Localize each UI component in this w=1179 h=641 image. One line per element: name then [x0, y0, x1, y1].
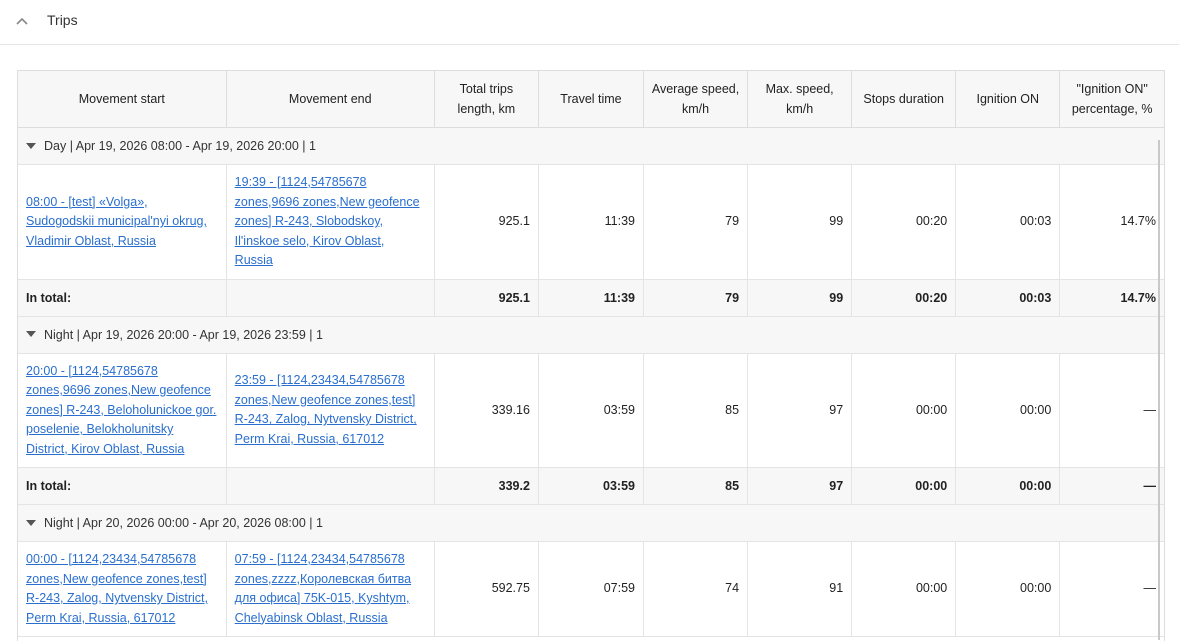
total-max-speed: 99 — [747, 279, 853, 317]
cell-ignition-pct: — — [1059, 541, 1164, 637]
cell-avg-speed: 79 — [643, 164, 749, 280]
total-travel-time: 11:39 — [538, 279, 645, 317]
cell-ignition-pct: 14.7% — [1059, 164, 1164, 280]
total-length: 925.1 — [434, 279, 539, 317]
cell-length: 592.75 — [434, 541, 539, 637]
col-ignition-pct[interactable]: "Ignition ON" percentage, % — [1059, 71, 1164, 128]
trips-table-container: Movement start Movement end Total trips … — [17, 70, 1165, 641]
col-stops-duration[interactable]: Stops duration — [851, 71, 957, 128]
total-row: In total: 925.1 11:39 79 99 00:20 00:03 … — [18, 279, 1164, 317]
movement-end-link[interactable]: 23:59 - [1124,23434,54785678 zones,New g… — [235, 373, 417, 446]
col-max-speed[interactable]: Max. speed, km/h — [747, 71, 853, 128]
total-length: 339.2 — [434, 467, 539, 505]
table-header-row: Movement start Movement end Total trips … — [18, 71, 1164, 128]
cell-avg-speed: 85 — [643, 353, 749, 468]
total-travel-time: 03:59 — [538, 467, 645, 505]
total-avg-speed: 79 — [643, 279, 749, 317]
cell-length: 925.1 — [434, 164, 539, 280]
total-row: In total: 339.2 03:59 85 97 00:00 00:00 … — [18, 467, 1164, 505]
total-max-speed: 97 — [747, 467, 853, 505]
group-row[interactable]: Night | Apr 20, 2026 00:00 - Apr 20, 202… — [18, 504, 1164, 542]
total-ignition: 00:00 — [955, 467, 1061, 505]
total-label: In total: — [18, 279, 227, 317]
cell-ignition-pct: — — [1059, 353, 1164, 468]
total-ignition: 00:03 — [955, 279, 1061, 317]
total-avg-speed: 85 — [643, 467, 749, 505]
cell-max-speed: 97 — [747, 353, 853, 468]
total-stops: 00:00 — [851, 467, 957, 505]
total-label: In total: — [18, 467, 227, 505]
col-travel-time[interactable]: Travel time — [538, 71, 645, 128]
chevron-up-icon[interactable] — [14, 13, 30, 29]
table-row: 00:00 - [1124,23434,54785678 zones,New g… — [18, 541, 1164, 637]
movement-start-link[interactable]: 20:00 - [1124,54785678 zones,9696 zones,… — [26, 364, 216, 456]
caret-down-icon[interactable] — [26, 331, 36, 338]
col-ignition-on[interactable]: Ignition ON — [955, 71, 1061, 128]
group-label: Night | Apr 19, 2026 20:00 - Apr 19, 202… — [44, 327, 323, 342]
cell-avg-speed: 74 — [643, 541, 749, 637]
movement-start-link[interactable]: 00:00 - [1124,23434,54785678 zones,New g… — [26, 552, 208, 625]
cell-max-speed: 99 — [747, 164, 853, 280]
cell-ignition: 00:03 — [955, 164, 1061, 280]
total-stops: 00:20 — [851, 279, 957, 317]
group-row[interactable]: Day | Apr 19, 2026 08:00 - Apr 19, 2026 … — [18, 127, 1164, 165]
trips-table: Movement start Movement end Total trips … — [18, 71, 1164, 637]
cell-ignition: 00:00 — [955, 541, 1061, 637]
col-avg-speed[interactable]: Average speed, km/h — [643, 71, 749, 128]
cell-length: 339.16 — [434, 353, 539, 468]
section-title: Trips — [47, 12, 78, 28]
col-movement-end[interactable]: Movement end — [226, 71, 435, 128]
cell-stops: 00:00 — [851, 541, 957, 637]
table-scrollbar[interactable] — [1158, 140, 1160, 640]
col-movement-start[interactable]: Movement start — [18, 71, 227, 128]
cell-travel-time: 03:59 — [538, 353, 645, 468]
cell-ignition: 00:00 — [955, 353, 1061, 468]
caret-down-icon[interactable] — [26, 519, 36, 526]
group-label: Day | Apr 19, 2026 08:00 - Apr 19, 2026 … — [44, 139, 316, 153]
cell-travel-time: 07:59 — [538, 541, 645, 637]
cell-max-speed: 91 — [747, 541, 853, 637]
cell-stops: 00:00 — [851, 353, 957, 468]
movement-end-link[interactable]: 19:39 - [1124,54785678 zones,9696 zones,… — [235, 175, 420, 267]
movement-end-link[interactable]: 07:59 - [1124,23434,54785678 zones,zzzz,… — [235, 552, 411, 625]
group-label: Night | Apr 20, 2026 00:00 - Apr 20, 202… — [44, 516, 323, 530]
col-total-length[interactable]: Total trips length, km — [434, 71, 539, 128]
group-row[interactable]: Night | Apr 19, 2026 20:00 - Apr 19, 202… — [18, 316, 1164, 354]
total-ignition-pct: 14.7% — [1059, 279, 1164, 317]
cell-travel-time: 11:39 — [538, 164, 645, 280]
cell-stops: 00:20 — [851, 164, 957, 280]
table-row: 20:00 - [1124,54785678 zones,9696 zones,… — [18, 353, 1164, 468]
total-ignition-pct: — — [1059, 467, 1164, 505]
caret-down-icon[interactable] — [26, 142, 36, 149]
table-row: 08:00 - [test] «Volga», Sudogodskii muni… — [18, 164, 1164, 280]
trips-section-header[interactable]: Trips — [0, 0, 1179, 45]
movement-start-link[interactable]: 08:00 - [test] «Volga», Sudogodskii muni… — [26, 195, 207, 248]
